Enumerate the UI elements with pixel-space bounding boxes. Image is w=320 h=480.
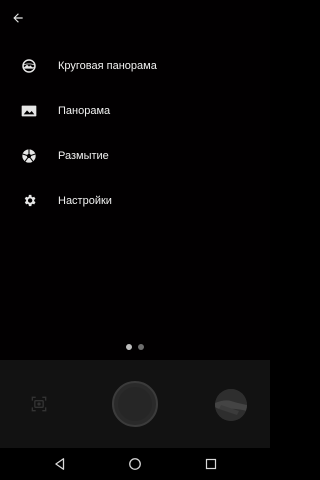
mode-menu-panel: Круговая панорама Панорама Размытие Наст… <box>0 0 270 360</box>
panorama-icon <box>20 102 38 120</box>
nav-home-button[interactable] <box>127 456 143 472</box>
menu-item-label: Панорама <box>58 104 111 117</box>
nav-recents-icon <box>205 458 217 470</box>
camera-controls-bar <box>0 360 270 448</box>
page-dot <box>138 344 144 350</box>
lens-blur-icon <box>20 147 38 165</box>
shutter-button[interactable] <box>112 381 158 427</box>
settings-gear-icon <box>20 192 38 210</box>
switch-camera-button[interactable] <box>28 393 50 415</box>
nav-back-button[interactable] <box>52 456 68 472</box>
mode-list: Круговая панорама Панорама Размытие Наст… <box>0 43 270 223</box>
menu-item-settings[interactable]: Настройки <box>0 178 270 223</box>
page-dot-active <box>126 344 132 350</box>
switch-camera-icon <box>31 396 47 412</box>
menu-item-photosphere[interactable]: Круговая панорама <box>0 43 270 88</box>
system-navigation-bar <box>0 448 270 480</box>
last-photo-thumbnail[interactable] <box>215 389 247 421</box>
page-indicator <box>0 344 270 350</box>
menu-item-lens-blur[interactable]: Размытие <box>0 133 270 178</box>
back-button[interactable] <box>7 7 29 29</box>
photosphere-icon <box>20 57 38 75</box>
nav-back-icon <box>55 458 65 470</box>
nav-recents-button[interactable] <box>203 456 219 472</box>
nav-home-icon <box>129 458 141 470</box>
menu-item-label: Круговая панорама <box>58 59 157 72</box>
arrow-back-icon <box>13 13 23 23</box>
menu-item-label: Размытие <box>58 149 109 162</box>
menu-item-panorama[interactable]: Панорама <box>0 88 270 133</box>
shutter-inner-ring <box>118 387 152 421</box>
photo-thumbnail-image <box>215 389 247 421</box>
menu-item-label: Настройки <box>58 194 112 207</box>
